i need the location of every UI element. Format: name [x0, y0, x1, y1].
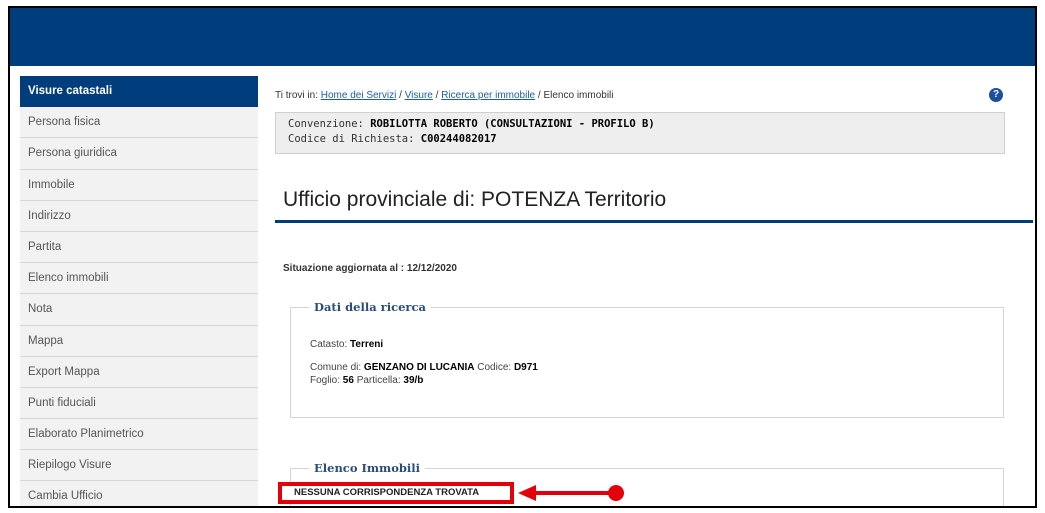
app-window: Visure catastali Persona fisica Persona …: [8, 6, 1037, 508]
convenzione-box: Convenzione: ROBILOTTA ROBERTO (CONSULTA…: [275, 112, 1005, 154]
breadcrumb-link-home[interactable]: Home dei Servizi: [321, 90, 397, 101]
breadcrumb-link-visure[interactable]: Visure: [405, 90, 433, 101]
breadcrumb: Ti trovi in: Home dei Servizi / Visure /…: [275, 76, 1033, 110]
page-title: Ufficio provinciale di: POTENZA Territor…: [275, 188, 1033, 223]
sidebar-item-indirizzo[interactable]: Indirizzo: [20, 200, 258, 232]
codice-value: D971: [513, 362, 538, 373]
arrow-annotation-icon: [518, 485, 624, 501]
convenzione-value: ROBILOTTA ROBERTO (CONSULTAZIONI - PROFI…: [370, 118, 655, 130]
codice-richiesta-label: Codice di Richiesta:: [288, 133, 421, 145]
breadcrumb-separator: /: [432, 90, 442, 101]
breadcrumb-current: Elenco immobili: [543, 90, 614, 101]
breadcrumb-prefix: Ti trovi in:: [275, 90, 321, 101]
comune-label: Comune di:: [310, 362, 364, 373]
situazione-date: Situazione aggiornata al : 12/12/2020: [283, 263, 457, 274]
convenzione-label: Convenzione:: [288, 118, 371, 130]
sidebar-item-persona-giuridica[interactable]: Persona giuridica: [20, 138, 258, 170]
sidebar-item-export-mappa[interactable]: Export Mappa: [20, 356, 258, 388]
sidebar-item-elenco-immobili[interactable]: Elenco immobili: [20, 263, 258, 295]
sidebar-item-nota[interactable]: Nota: [20, 294, 258, 326]
sidebar-item-punti-fiduciali[interactable]: Punti fiduciali: [20, 387, 258, 420]
sidebar-item-riepilogo-visure[interactable]: Riepilogo Visure: [20, 450, 258, 482]
codice-richiesta-value: C00244082017: [420, 133, 497, 145]
particella-label: Particella:: [353, 375, 404, 386]
sidebar-item-mappa[interactable]: Mappa: [20, 325, 258, 357]
main-content: Ti trovi in: Home dei Servizi / Visure /…: [275, 76, 1033, 274]
sidebar: Visure catastali Persona fisica Persona …: [20, 76, 258, 506]
sidebar-item-cambia-ufficio[interactable]: Cambia Ufficio: [20, 481, 258, 506]
codice-label: Codice:: [474, 362, 514, 373]
sidebar-item-immobile[interactable]: Immobile: [20, 169, 258, 201]
breadcrumb-link-ricerca[interactable]: Ricerca per immobile: [441, 90, 535, 101]
sidebar-item-visure-catastali[interactable]: Visure catastali: [20, 76, 258, 108]
sidebar-item-elaborato-planimetrico[interactable]: Elaborato Planimetrico: [20, 419, 258, 451]
sidebar-item-persona-fisica[interactable]: Persona fisica: [20, 107, 258, 139]
elenco-immobili-legend: Elenco Immobili: [314, 461, 421, 475]
catasto-value: Terreni: [350, 339, 384, 350]
sidebar-item-partita[interactable]: Partita: [20, 231, 258, 264]
particella-value: 39/b: [403, 375, 424, 386]
comune-value: GENZANO DI LUCANIA: [363, 362, 475, 373]
dati-ricerca-legend: Dati della ricerca: [314, 300, 426, 314]
catasto-label: Catasto:: [310, 339, 351, 350]
help-icon[interactable]: ?: [989, 88, 1003, 102]
breadcrumb-separator: /: [396, 90, 405, 101]
foglio-label: Foglio:: [310, 375, 343, 386]
dati-ricerca-content: Catasto: Terreni Comune di: GENZANO DI L…: [310, 338, 538, 387]
no-results-message: NESSUNA CORRISPONDENZA TROVATA: [278, 482, 514, 504]
header-bar: [10, 8, 1035, 66]
foglio-value: 56: [342, 375, 354, 386]
